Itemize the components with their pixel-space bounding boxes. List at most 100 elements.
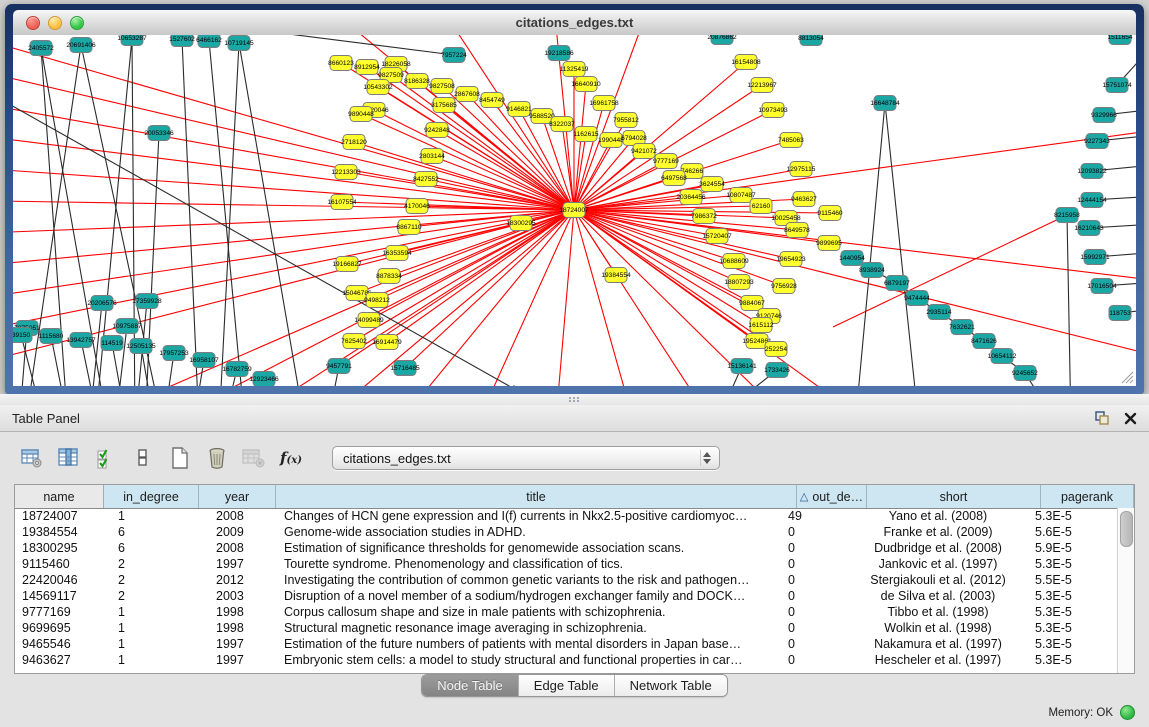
graph-node[interactable]: 9498212 [364, 293, 390, 308]
graph-node[interactable]: 15716485 [390, 361, 420, 376]
row-height-icon[interactable] [131, 446, 155, 470]
graph-node[interactable]: 9756928 [771, 279, 797, 294]
column-header-short[interactable]: short [867, 485, 1041, 508]
graph-node[interactable]: 1440954 [839, 251, 865, 266]
graph-node[interactable]: 7625402 [341, 334, 367, 349]
graph-node[interactable]: 7632621 [949, 320, 975, 335]
vertical-scrollbar[interactable] [1117, 508, 1134, 673]
graph-node[interactable]: 3175685 [431, 98, 457, 113]
table-row[interactable]: 1456911722003Disruption of a novel membe… [15, 588, 1118, 604]
table-row[interactable]: 1938455462009Genome-wide association stu… [15, 524, 1118, 540]
graph-node[interactable]: 12213303 [331, 165, 361, 180]
graph-node[interactable]: 2803144 [419, 149, 445, 164]
graph-node[interactable]: 16914479 [372, 335, 402, 350]
graph-node[interactable]: 16210643 [1074, 221, 1104, 236]
column-header-title[interactable]: title [276, 485, 797, 508]
table-row[interactable]: 946554611997Estimation of the future num… [15, 636, 1118, 652]
graph-node[interactable]: 16107554 [327, 195, 357, 210]
column-header-out_de[interactable]: △out_de… [797, 485, 867, 508]
graph-node[interactable]: 114519 [101, 336, 123, 351]
graph-node[interactable]: 16782759 [222, 362, 252, 377]
graph-node[interactable]: 15136141 [727, 359, 757, 374]
table-row[interactable]: 969969511998Structural magnetic resonanc… [15, 620, 1118, 636]
graph-node[interactable]: 12505135 [126, 339, 156, 354]
column-header-in_degree[interactable]: in_degree [104, 485, 199, 508]
float-panel-icon[interactable] [1095, 411, 1110, 425]
graph-node[interactable]: 8186328 [404, 74, 430, 89]
graph-node[interactable]: 8813054 [798, 35, 824, 46]
graph-node[interactable]: 2405572 [28, 41, 54, 56]
graph-node[interactable]: 2718120 [341, 135, 367, 150]
graph-node[interactable]: 18807293 [724, 275, 754, 290]
table-row[interactable]: 2242004622012Investigating the contribut… [15, 572, 1118, 588]
graph-node[interactable]: 39150 [13, 328, 32, 343]
graph-node[interactable]: 9899695 [816, 236, 842, 251]
graph-node[interactable]: 118753 [1109, 306, 1131, 321]
graph-node[interactable]: 19654923 [776, 252, 806, 267]
graph-node[interactable]: 11325419 [560, 62, 589, 77]
graph-node[interactable]: 14099489 [354, 313, 384, 328]
minimize-window-button[interactable] [48, 16, 62, 30]
graph-node[interactable]: 16961758 [589, 96, 619, 111]
tab-node-table[interactable]: Node Table [422, 675, 519, 696]
graph-node[interactable]: 9245652 [1012, 366, 1038, 381]
graph-node[interactable]: 1115680 [39, 329, 64, 344]
graph-node[interactable]: 7955812 [613, 113, 639, 128]
graph-node[interactable]: 7957224 [441, 48, 467, 63]
graph-node[interactable]: 6466162 [196, 35, 222, 48]
graph-node[interactable]: 10543302 [363, 80, 393, 95]
graph-node[interactable]: 10654112 [988, 349, 1017, 364]
zoom-window-button[interactable] [70, 16, 84, 30]
graph-node[interactable]: 12213967 [747, 78, 777, 93]
graph-node[interactable]: 20364456 [676, 190, 706, 205]
graph-node[interactable]: 1511654 [1107, 35, 1133, 45]
table-row[interactable]: 1872400712008Changes of HCN gene express… [15, 508, 1118, 524]
graph-node[interactable]: 16648784 [870, 96, 900, 111]
graph-node[interactable]: 19166827 [332, 257, 362, 272]
graph-node[interactable]: 1162615 [573, 127, 599, 142]
graph-node[interactable]: 9242848 [424, 123, 450, 138]
table-row[interactable]: 977716911998Corpus callosum shape and si… [15, 604, 1118, 620]
graph-node[interactable]: 20876862 [707, 35, 737, 45]
table-select[interactable]: citations_edges.txt [332, 446, 720, 470]
graph-node[interactable]: 20206576 [87, 296, 117, 311]
function-builder-icon[interactable]: f(x) [279, 446, 303, 470]
graph-node[interactable]: 20053346 [144, 126, 174, 141]
graph-node[interactable]: 16154808 [731, 55, 761, 70]
graph-node[interactable]: 19384554 [601, 268, 631, 283]
graph-node[interactable]: 1733426 [764, 363, 790, 378]
table-settings-icon[interactable] [20, 446, 44, 470]
graph-node[interactable]: 18300295 [506, 216, 536, 231]
graph-node[interactable]: 9421072 [631, 144, 657, 159]
graph-node[interactable]: 4170046 [404, 199, 430, 214]
graph-node[interactable]: 8427552 [413, 172, 439, 187]
graph-node[interactable]: 12093822 [1077, 164, 1107, 179]
graph-node[interactable]: 15992971 [1080, 250, 1110, 265]
graph-node[interactable]: 17359928 [132, 294, 162, 309]
graph-node[interactable]: 2935114 [926, 305, 952, 320]
table-row[interactable]: 946362711997Embryonic stem cells: a mode… [15, 652, 1118, 668]
network-canvas[interactable]: 1872400786601238912954182260589827509105… [13, 35, 1136, 386]
graph-node[interactable]: 9827508 [429, 79, 455, 94]
graph-node[interactable]: 6497568 [661, 171, 687, 186]
close-panel-icon[interactable] [1124, 412, 1137, 425]
graph-node[interactable]: 9463627 [791, 192, 817, 207]
graph-node[interactable]: 2867608 [454, 87, 480, 102]
graph-node[interactable]: 8649578 [784, 223, 810, 238]
graph-node[interactable]: 16353594 [382, 246, 412, 261]
graph-node[interactable]: 18724007 [559, 203, 589, 218]
tab-network-table[interactable]: Network Table [615, 675, 727, 696]
graph-node[interactable]: 252254 [765, 342, 787, 357]
graph-node[interactable]: 9227343 [1084, 134, 1110, 149]
close-window-button[interactable] [26, 16, 40, 30]
import-table-icon[interactable] [242, 446, 266, 470]
graph-node[interactable]: 12923466 [249, 372, 279, 387]
graph-node[interactable]: 17016504 [1087, 279, 1117, 294]
column-header-pagerank[interactable]: pagerank [1041, 485, 1134, 508]
graph-node[interactable]: 16958107 [189, 353, 219, 368]
graph-node[interactable]: 9890448 [348, 107, 374, 122]
graph-node[interactable]: 10688609 [719, 254, 749, 269]
graph-node[interactable]: 9474444 [904, 291, 930, 306]
graph-node[interactable]: 7986372 [691, 209, 717, 224]
graph-node[interactable]: 8912954 [354, 60, 380, 75]
